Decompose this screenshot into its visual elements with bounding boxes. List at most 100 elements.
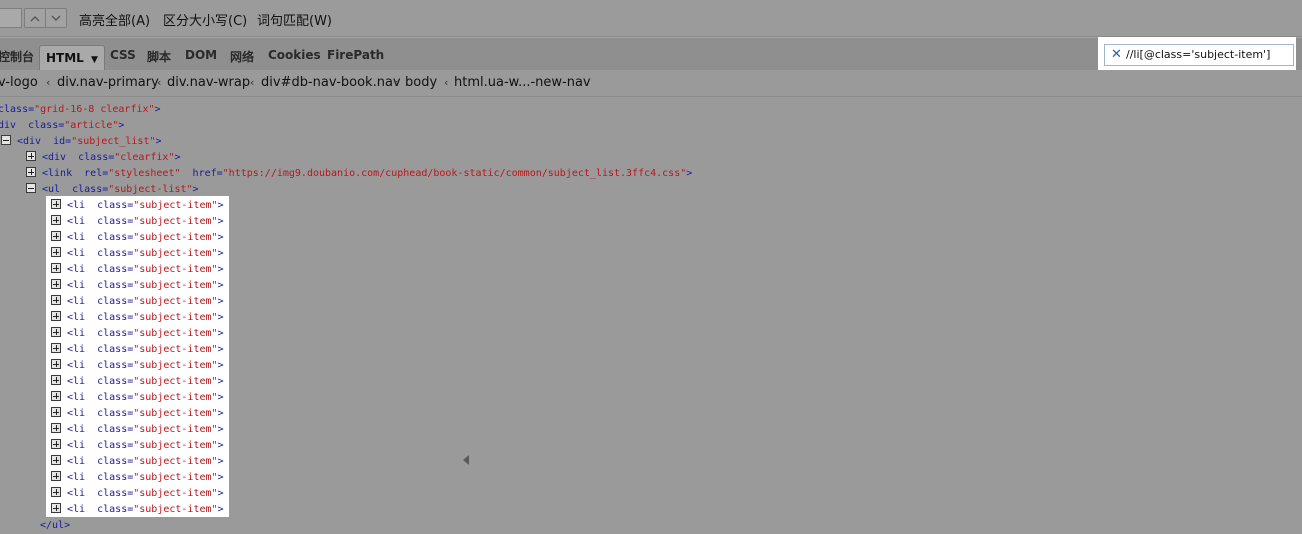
expand-toggle[interactable] [51, 327, 61, 337]
breadcrumb-item[interactable]: v-logo [0, 75, 38, 90]
table-row[interactable]: <li class="subject-item"> [51, 262, 224, 278]
table-row[interactable]: <li class="subject-item"> [51, 278, 224, 294]
table-row[interactable]: <li class="subject-item"> [51, 454, 224, 470]
tag-close: > [217, 200, 224, 211]
attr-name: class= [97, 312, 134, 323]
table-row[interactable]: <li class="subject-item"> [51, 470, 224, 486]
table-row[interactable]: <li class="subject-item"> [51, 438, 224, 454]
breadcrumb-item[interactable]: div.nav-primary [57, 75, 159, 90]
tag-name: <li [67, 440, 86, 451]
expand-toggle[interactable] [51, 359, 61, 369]
tag-close: > [217, 504, 224, 515]
tab-console[interactable]: 控制台 [0, 48, 34, 65]
collapse-toggle[interactable] [1, 135, 11, 145]
tag-close: > [217, 264, 224, 275]
expand-toggle[interactable] [51, 311, 61, 321]
tag-close: > [217, 408, 224, 419]
expand-toggle[interactable] [51, 407, 61, 417]
find-next-button[interactable] [45, 8, 67, 28]
tag-close: > [217, 312, 224, 323]
tree-line-link[interactable]: <link rel="stylesheet" href="https://img… [26, 166, 692, 182]
expand-toggle[interactable] [51, 391, 61, 401]
tag-name: <li [67, 488, 86, 499]
table-row[interactable]: <li class="subject-item"> [51, 310, 224, 326]
xpath-panel: ✕ //li[@class='subject-item'] [1098, 37, 1296, 73]
breadcrumb-item[interactable]: div#db-nav-book.nav [261, 75, 401, 90]
attr-name: class= [97, 296, 134, 307]
find-input[interactable] [0, 8, 22, 28]
expand-toggle[interactable] [51, 247, 61, 257]
tree-line-clearfix[interactable]: <div class="clearfix"> [26, 150, 181, 166]
breadcrumb-item[interactable]: html.ua-w...-new-nav [454, 75, 591, 90]
tab-dom[interactable]: DOM [185, 48, 217, 62]
tab-firepath[interactable]: FirePath [327, 48, 384, 62]
find-previous-button[interactable] [24, 8, 46, 28]
expand-toggle[interactable] [26, 151, 36, 161]
tree-line-article[interactable]: div class="article"> [0, 118, 124, 134]
table-row[interactable]: <li class="subject-item"> [51, 326, 224, 342]
table-row[interactable]: <li class="subject-item"> [51, 406, 224, 422]
expand-toggle[interactable] [51, 199, 61, 209]
tag-name: <li [67, 232, 86, 243]
attr-name: class= [97, 504, 134, 515]
table-row[interactable]: <li class="subject-item"> [51, 502, 224, 518]
expand-toggle[interactable] [51, 503, 61, 513]
expand-toggle[interactable] [26, 167, 36, 177]
table-row[interactable]: <li class="subject-item"> [51, 342, 224, 358]
expand-toggle[interactable] [51, 471, 61, 481]
whole-word-option[interactable]: 词句匹配(W) [257, 10, 332, 29]
table-row[interactable]: <li class="subject-item"> [51, 294, 224, 310]
attr-value: "subject-item" [133, 456, 218, 467]
tag-name: <li [67, 280, 86, 291]
table-row[interactable]: <li class="subject-item"> [51, 198, 224, 214]
expand-toggle[interactable] [51, 215, 61, 225]
tag-name: <link [42, 168, 73, 179]
expand-toggle[interactable] [51, 375, 61, 385]
tab-css[interactable]: CSS [110, 48, 136, 62]
scroll-left-icon[interactable] [463, 455, 469, 465]
chevron-left-icon: ‹ [250, 76, 255, 89]
expand-toggle[interactable] [51, 455, 61, 465]
tag-name: <li [67, 424, 86, 435]
tab-network[interactable]: 网络 [230, 48, 254, 65]
attr-value: "subject-item" [133, 392, 218, 403]
expand-toggle[interactable] [51, 263, 61, 273]
expand-toggle[interactable] [51, 487, 61, 497]
match-case-option[interactable]: 区分大小写(C) [163, 10, 247, 29]
xpath-input[interactable]: ✕ //li[@class='subject-item'] [1104, 44, 1294, 66]
expand-toggle[interactable] [51, 343, 61, 353]
expand-toggle[interactable] [51, 423, 61, 433]
expand-toggle[interactable] [51, 295, 61, 305]
tab-script[interactable]: 脚本 [147, 48, 171, 65]
table-row[interactable]: <li class="subject-item"> [51, 214, 224, 230]
tag-name: <div [42, 152, 67, 163]
table-row[interactable]: <li class="subject-item"> [51, 358, 224, 374]
close-icon[interactable]: ✕ [1111, 47, 1122, 62]
tree-line-ul[interactable]: <ul class="subject-list"> [26, 182, 199, 198]
tab-cookies[interactable]: Cookies [268, 48, 321, 62]
expand-toggle[interactable] [51, 279, 61, 289]
table-row[interactable]: <li class="subject-item"> [51, 422, 224, 438]
breadcrumb-item[interactable]: div.nav-wrap [167, 75, 250, 90]
table-row[interactable]: <li class="subject-item"> [51, 486, 224, 502]
table-row[interactable]: <li class="subject-item"> [51, 246, 224, 262]
find-bar: 高亮全部(A) 区分大小写(C) 词句匹配(W) [0, 0, 1302, 37]
collapse-toggle[interactable] [26, 183, 36, 193]
tag-name: <li [67, 344, 86, 355]
attr-name: class= [97, 408, 134, 419]
table-row[interactable]: <li class="subject-item"> [51, 230, 224, 246]
tag-name: <li [67, 296, 86, 307]
tree-line-subject-list[interactable]: <div id="subject_list"> [1, 134, 162, 150]
expand-toggle[interactable] [51, 231, 61, 241]
attr-value: "subject-item" [133, 312, 218, 323]
table-row[interactable]: <li class="subject-item"> [51, 374, 224, 390]
highlight-all-option[interactable]: 高亮全部(A) [79, 10, 150, 29]
tab-html[interactable]: HTML ▼ [39, 45, 105, 70]
tree-line-grid[interactable]: class="grid-16-8 clearfix"> [0, 102, 161, 118]
attr-name: class= [72, 184, 109, 195]
breadcrumb-item[interactable]: body [405, 75, 437, 90]
tag-name: div [0, 120, 17, 131]
table-row[interactable]: <li class="subject-item"> [51, 390, 224, 406]
expand-toggle[interactable] [51, 439, 61, 449]
attr-name: id= [53, 136, 72, 147]
